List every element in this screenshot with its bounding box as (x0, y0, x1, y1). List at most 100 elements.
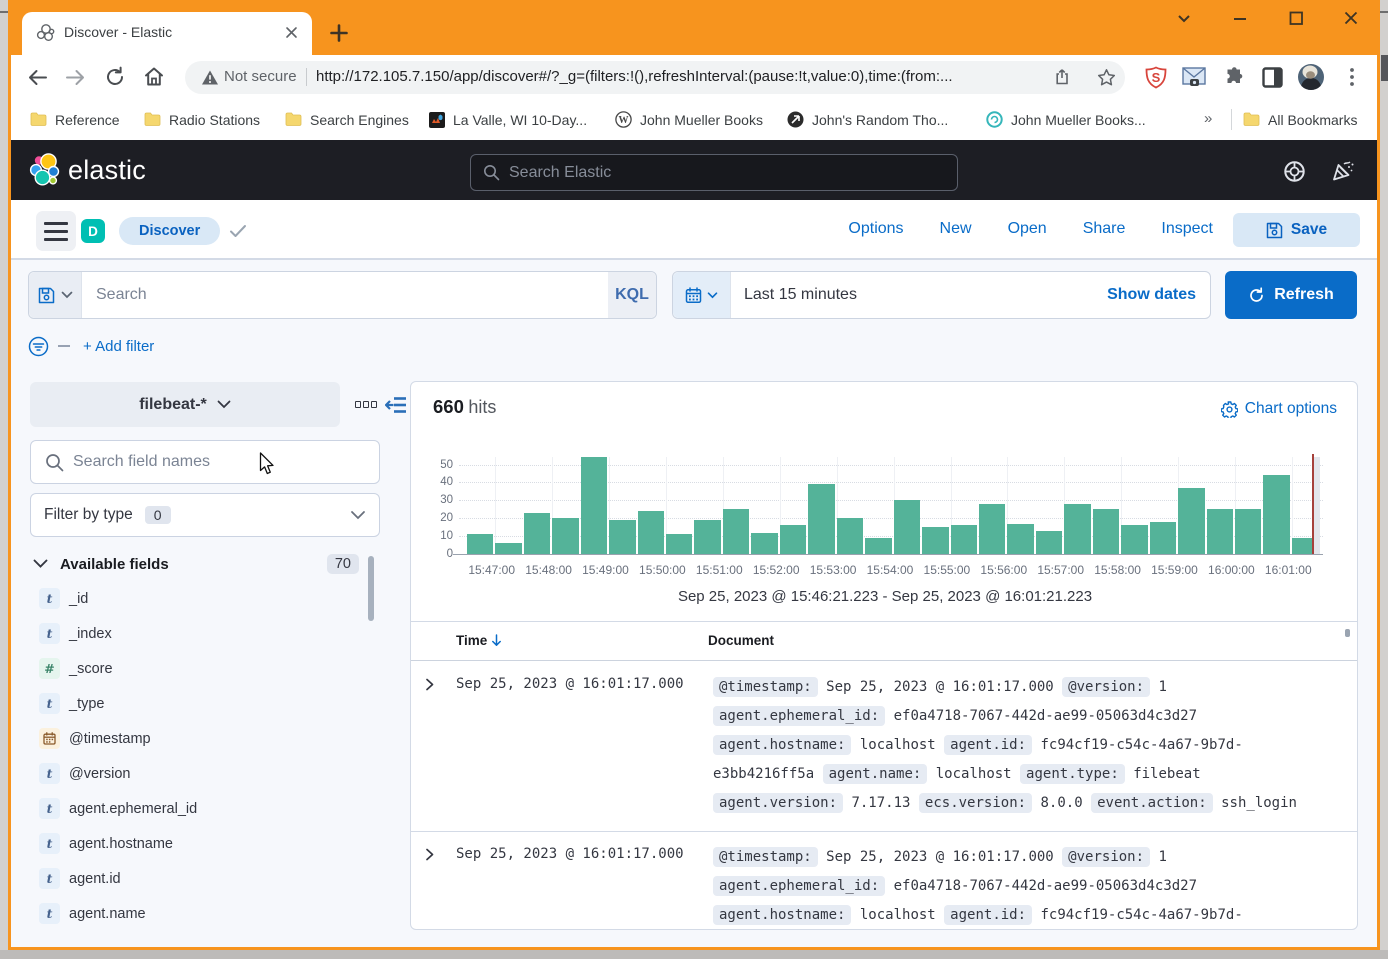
chart-bar[interactable] (552, 518, 578, 554)
expand-row-icon[interactable] (423, 678, 436, 691)
bookmark-item[interactable]: WJohn Mueller Books (615, 99, 763, 140)
chart-bar[interactable] (723, 509, 749, 554)
forward-button[interactable] (64, 66, 87, 89)
saved-query-menu-button[interactable] (29, 272, 82, 318)
field-item-@timestamp[interactable]: @timestamp (39, 721, 151, 756)
elastic-logo[interactable] (29, 152, 63, 188)
doc-field-badge[interactable]: @version: (1062, 847, 1150, 867)
chart-bar[interactable] (1178, 488, 1204, 554)
share-icon[interactable] (1054, 68, 1072, 86)
app-menu-options[interactable]: Options (848, 220, 903, 238)
sophos-extension-icon[interactable]: S (1145, 66, 1167, 89)
bookmark-item[interactable]: La Valle, WI 10-Day... (429, 99, 587, 140)
chart-bar[interactable] (609, 520, 635, 554)
chart-bar[interactable] (581, 457, 607, 554)
chart-bar[interactable] (865, 538, 891, 554)
filter-list-icon[interactable] (28, 336, 49, 357)
field-item-@version[interactable]: t@version (39, 756, 130, 791)
doc-field-badge[interactable]: agent.type: (1020, 764, 1125, 784)
field-item-_index[interactable]: t_index (39, 616, 112, 651)
bookmark-item[interactable]: John's Random Tho... (787, 99, 948, 140)
chart-bar[interactable] (1007, 524, 1033, 554)
doc-field-badge[interactable]: agent.hostname: (713, 905, 851, 925)
news-party-popper-icon[interactable] (1331, 158, 1356, 183)
chart-bar[interactable] (751, 533, 777, 554)
chart-bar[interactable] (694, 520, 720, 554)
doc-field-badge[interactable]: @timestamp: (713, 847, 818, 867)
field-item-agent.ephemeral_id[interactable]: tagent.ephemeral_id (39, 791, 197, 826)
help-lifebuoy-icon[interactable] (1283, 160, 1306, 183)
all-bookmarks-button[interactable]: All Bookmarks (1243, 99, 1357, 140)
add-filter-button[interactable]: + Add filter (83, 338, 154, 355)
doc-field-badge[interactable]: agent.ephemeral_id: (713, 706, 885, 726)
window-close-button[interactable] (1342, 10, 1360, 27)
chart-bar[interactable] (951, 525, 977, 554)
address-bar[interactable]: Not secure http://172.105.7.150/app/disc… (185, 61, 1125, 94)
mail-extension-icon[interactable] (1182, 67, 1206, 88)
field-item-_type[interactable]: t_type (39, 686, 104, 721)
profile-avatar[interactable] (1297, 63, 1325, 91)
chart-bar[interactable] (1036, 531, 1062, 554)
doc-field-badge[interactable]: @version: (1062, 677, 1150, 697)
dark-mode-extension-icon[interactable] (1262, 67, 1283, 88)
bookmark-item[interactable]: John Mueller Books... (986, 99, 1146, 140)
chart-bar[interactable] (524, 513, 550, 554)
query-search-input[interactable]: Search (82, 272, 608, 318)
reload-button[interactable] (103, 65, 127, 89)
bookmark-item[interactable]: Radio Stations (144, 99, 260, 140)
tab-search-chevron-icon[interactable] (1175, 10, 1193, 27)
field-item-agent.id[interactable]: tagent.id (39, 861, 121, 896)
chart-bar[interactable] (780, 525, 806, 554)
bookmark-item[interactable]: Search Engines (285, 99, 409, 140)
save-button[interactable]: Save (1233, 213, 1360, 247)
bookmark-star-icon[interactable] (1097, 68, 1116, 87)
doc-field-badge[interactable]: @timestamp: (713, 677, 818, 697)
chart-bar[interactable] (1093, 509, 1119, 554)
index-pattern-select[interactable]: filebeat-* (30, 382, 340, 427)
table-scrollbar[interactable] (1345, 629, 1350, 637)
field-item-agent.name[interactable]: tagent.name (39, 896, 146, 931)
chart-bar[interactable] (1263, 475, 1289, 554)
doc-field-badge[interactable]: event.action: (1091, 793, 1213, 813)
chart-bar[interactable] (467, 534, 493, 554)
discover-app-badge[interactable]: D (81, 219, 105, 243)
chart-bar[interactable] (808, 484, 834, 554)
menu-hamburger-button[interactable] (36, 211, 76, 251)
date-quick-select-button[interactable] (673, 272, 731, 318)
field-item-_score[interactable]: #_score (39, 651, 113, 686)
doc-field-badge[interactable]: agent.version: (713, 793, 843, 813)
refresh-button[interactable]: Refresh (1225, 271, 1357, 319)
chart-bar[interactable] (894, 500, 920, 554)
sidebar-options-boxes-icon[interactable] (355, 401, 377, 408)
app-menu-open[interactable]: Open (1008, 220, 1047, 238)
field-search-input[interactable]: Search field names (30, 440, 380, 484)
chart-bar[interactable] (638, 511, 664, 554)
time-range-value[interactable]: Last 15 minutes (731, 286, 1107, 304)
chart-bar[interactable] (1064, 504, 1090, 554)
field-item-_id[interactable]: t_id (39, 581, 88, 616)
back-button[interactable] (26, 66, 49, 89)
row-time[interactable]: Sep 25, 2023 @ 16:01:17.000 (456, 846, 684, 862)
filter-by-type-select[interactable]: Filter by type 0 (30, 493, 380, 537)
chart-bar[interactable] (1150, 522, 1176, 554)
home-button[interactable] (142, 65, 166, 89)
window-minimize-button[interactable] (1231, 10, 1249, 27)
browser-tab[interactable]: Discover - Elastic (22, 12, 312, 55)
breadcrumb-discover[interactable]: Discover (119, 217, 220, 245)
doc-field-badge[interactable]: agent.hostname: (713, 735, 851, 755)
new-tab-button[interactable] (329, 23, 349, 43)
chart-bar[interactable] (1207, 509, 1233, 554)
url-text[interactable]: http://172.105.7.150/app/discover#/?_g=(… (316, 68, 953, 85)
expand-row-icon[interactable] (423, 848, 436, 861)
doc-field-badge[interactable]: ecs.version: (919, 793, 1032, 813)
chart-bar[interactable] (1121, 525, 1147, 554)
doc-field-badge[interactable]: agent.id: (944, 905, 1032, 925)
chart-bar[interactable] (1292, 538, 1313, 554)
sidebar-scrollbar[interactable] (368, 556, 374, 621)
available-fields-header[interactable]: Available fields 70 (33, 552, 359, 576)
show-dates-button[interactable]: Show dates (1107, 286, 1210, 304)
doc-field-badge[interactable]: agent.name: (823, 764, 928, 784)
app-menu-inspect[interactable]: Inspect (1161, 220, 1213, 238)
query-language-button[interactable]: KQL (608, 272, 656, 318)
tab-close-icon[interactable] (283, 24, 300, 41)
